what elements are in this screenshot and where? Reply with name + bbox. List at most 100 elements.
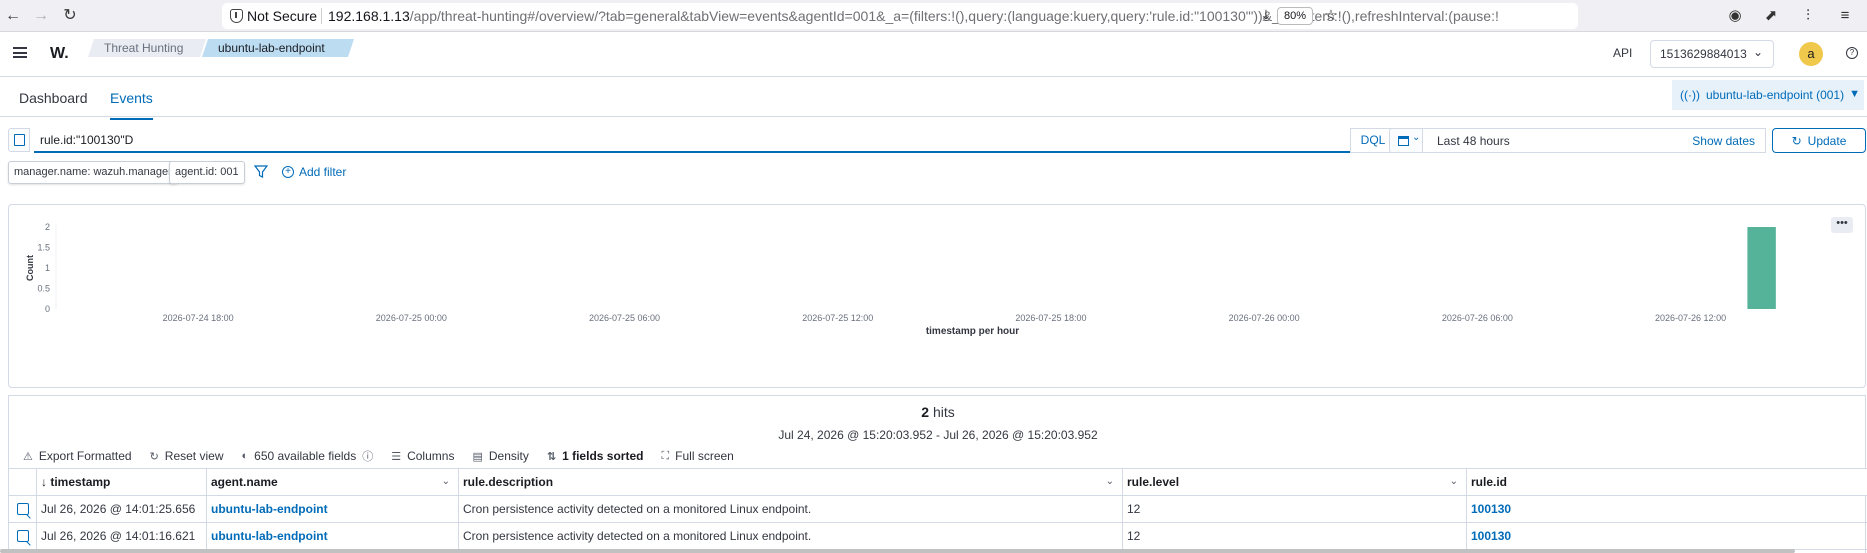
filter-pill-agent[interactable]: agent.id: 001 [169, 161, 245, 184]
more-options-button[interactable]: ••• [1831, 217, 1853, 233]
info-icon: ⓘ [362, 451, 374, 463]
reset-view-button[interactable]: ↻ Reset view [150, 449, 224, 463]
filter-pill-manager[interactable]: manager.name: wazuh.manager [8, 161, 178, 184]
columns-label: Columns [407, 449, 455, 463]
shield-icon [230, 9, 243, 23]
api-select[interactable]: 1513629884013 ⌄ [1650, 40, 1774, 68]
menu-icon[interactable] [13, 47, 27, 58]
x-tick-label: 2026-07-25 18:00 [1015, 313, 1086, 323]
download-icon[interactable]: ⤓ [1257, 7, 1275, 25]
horizontal-scrollbar[interactable] [0, 549, 1795, 553]
column-header-agent-name[interactable]: agent.name ⌄ [207, 469, 459, 496]
fullscreen-label: Full screen [675, 449, 734, 463]
url-separator [321, 8, 322, 24]
update-button[interactable]: ↻ Update [1772, 128, 1866, 153]
agent-pill-label: ubuntu-lab-endpoint (001) [1705, 88, 1845, 102]
columns-icon: ☰ [391, 450, 402, 463]
chevron-down-icon[interactable]: ⌄ [1106, 469, 1114, 495]
plus-icon: + [282, 166, 294, 178]
y-tick-label: 1.5 [37, 243, 50, 253]
column-label: rule.level [1127, 475, 1180, 489]
fields-label: 650 available fields [254, 449, 357, 463]
tab-dashboard[interactable]: Dashboard [19, 90, 88, 118]
sidebar-tools-icon[interactable]: ⫶ [1797, 5, 1819, 27]
bookmark-star-icon[interactable]: ☆ [1322, 7, 1340, 25]
quick-date-menu-button[interactable]: ⌄ [1389, 128, 1423, 153]
breadcrumb-threat-hunting[interactable]: Threat Hunting [88, 39, 206, 57]
inspect-button[interactable] [9, 496, 37, 523]
column-label: agent.name [211, 475, 278, 489]
zoom-level-button[interactable]: 80% [1277, 7, 1313, 25]
back-icon[interactable]: ← [2, 5, 24, 27]
histogram-chart: 0 0.5 1 1.5 2 Count 2026-07-24 18:00 2026-07-25… [25, 222, 1776, 337]
extensions-icon[interactable]: ⬈ [1760, 5, 1782, 27]
browser-menu-icon[interactable]: ≡ [1834, 5, 1856, 27]
y-tick-label: 0 [45, 304, 50, 314]
help-icon[interactable]: ? [1846, 47, 1858, 59]
density-icon: ▤ [472, 450, 483, 463]
fullscreen-icon: ⛶ [661, 449, 670, 462]
results-panel: 2 hits Jul 24, 2026 @ 15:20:03.952 - Jul… [8, 395, 1867, 553]
cell-rule-level: 12 [1123, 523, 1467, 550]
pin-icon[interactable]: ▼ [1849, 88, 1860, 100]
cell-rule-description: Cron persistence activity detected on a … [459, 496, 1123, 523]
api-select-value: 1513629884013 [1660, 47, 1747, 61]
filter-icon[interactable] [254, 165, 268, 179]
x-tick-label: 2026-07-26 06:00 [1442, 313, 1513, 323]
saved-query-button[interactable] [8, 128, 30, 152]
full-screen-button[interactable]: ⛶ Full screen [661, 449, 733, 463]
breadcrumb-agent[interactable]: ubuntu-lab-endpoint [202, 39, 354, 57]
hit-count: 2 hits [9, 404, 1867, 420]
column-header-timestamp[interactable]: ↓ timestamp [37, 469, 207, 496]
grid-toolbar: ⚠ Export Formatted ↻ Reset view ◐ 650 avail… [23, 446, 752, 466]
column-header-rule-description[interactable]: rule.description ⌄ [459, 469, 1123, 496]
date-range-picker[interactable]: Last 48 hours Show dates [1422, 128, 1766, 153]
available-fields-button[interactable]: ◐ 650 available fields ⓘ [241, 448, 373, 464]
column-header-rule-level[interactable]: rule.level ⌄ [1123, 469, 1467, 496]
export-button[interactable]: ⚠ Export Formatted [23, 449, 132, 463]
y-tick-label: 1 [45, 263, 50, 273]
module-tabs: Dashboard Events ((·)) ubuntu-lab-endpoi… [0, 77, 1867, 120]
density-button[interactable]: ▤ Density [472, 449, 528, 463]
chevron-down-icon[interactable]: ⌄ [1450, 469, 1458, 495]
site-info-button[interactable]: Not Secure [228, 7, 321, 25]
cell-agent-name-link[interactable]: ubuntu-lab-endpoint [207, 523, 459, 550]
cell-rule-id-link[interactable]: 100130 [1467, 523, 1867, 550]
app-logo[interactable]: W. [50, 45, 69, 63]
user-avatar[interactable]: a [1799, 42, 1823, 66]
header-spacer [9, 469, 37, 496]
forward-icon[interactable]: → [30, 5, 52, 27]
chevron-down-icon[interactable]: ⌄ [442, 469, 450, 495]
agent-selector-button[interactable]: ((·)) ubuntu-lab-endpoint (001) ▼ [1672, 80, 1864, 110]
table-header-row: ↓ timestamp agent.name ⌄ rule.description… [9, 469, 1867, 496]
api-label: API [1613, 46, 1633, 60]
reload-icon[interactable]: ↻ [59, 5, 81, 27]
tab-events[interactable]: Events [110, 90, 153, 120]
reset-icon: ↻ [149, 450, 159, 463]
cell-rule-id-link[interactable]: 100130 [1467, 496, 1867, 523]
histogram-panel: 0 0.5 1 1.5 2 Count 2026-07-24 18:00 2026-07-25… [8, 204, 1866, 388]
column-label: rule.description [463, 475, 554, 489]
y-axis-title: Count [25, 255, 35, 281]
account-icon[interactable]: ◉ [1724, 5, 1746, 27]
security-label: Not Secure [247, 8, 318, 24]
search-input[interactable] [34, 128, 1350, 153]
add-filter-label: Add filter [299, 165, 347, 179]
add-filter-button[interactable]: + Add filter [282, 165, 346, 179]
cell-timestamp: Jul 26, 2026 @ 14:01:16.621 [37, 523, 207, 550]
agent-signal-icon: ((·)) [1680, 88, 1700, 102]
cell-agent-name-link[interactable]: ubuntu-lab-endpoint [207, 496, 459, 523]
x-tick-label: 2026-07-25 00:00 [376, 313, 447, 323]
show-dates-link[interactable]: Show dates [1692, 134, 1755, 148]
columns-button[interactable]: ☰ Columns [391, 449, 454, 463]
table-row: Jul 26, 2026 @ 14:01:25.656 ubuntu-lab-e… [9, 496, 1867, 523]
column-header-rule-id[interactable]: rule.id [1467, 469, 1867, 496]
address-bar[interactable]: Not Secure 192.168.1.13/app/threat-hunti… [222, 3, 1578, 29]
inspect-icon [17, 530, 29, 542]
x-tick-label: 2026-07-26 12:00 [1655, 313, 1726, 323]
sort-fields-button[interactable]: ⇅ 1 fields sorted [547, 449, 644, 463]
sort-label: 1 fields sorted [562, 449, 644, 463]
inspect-button[interactable] [9, 523, 37, 550]
x-tick-label: 2026-07-26 00:00 [1229, 313, 1300, 323]
hit-count-value: 2 [921, 404, 930, 420]
